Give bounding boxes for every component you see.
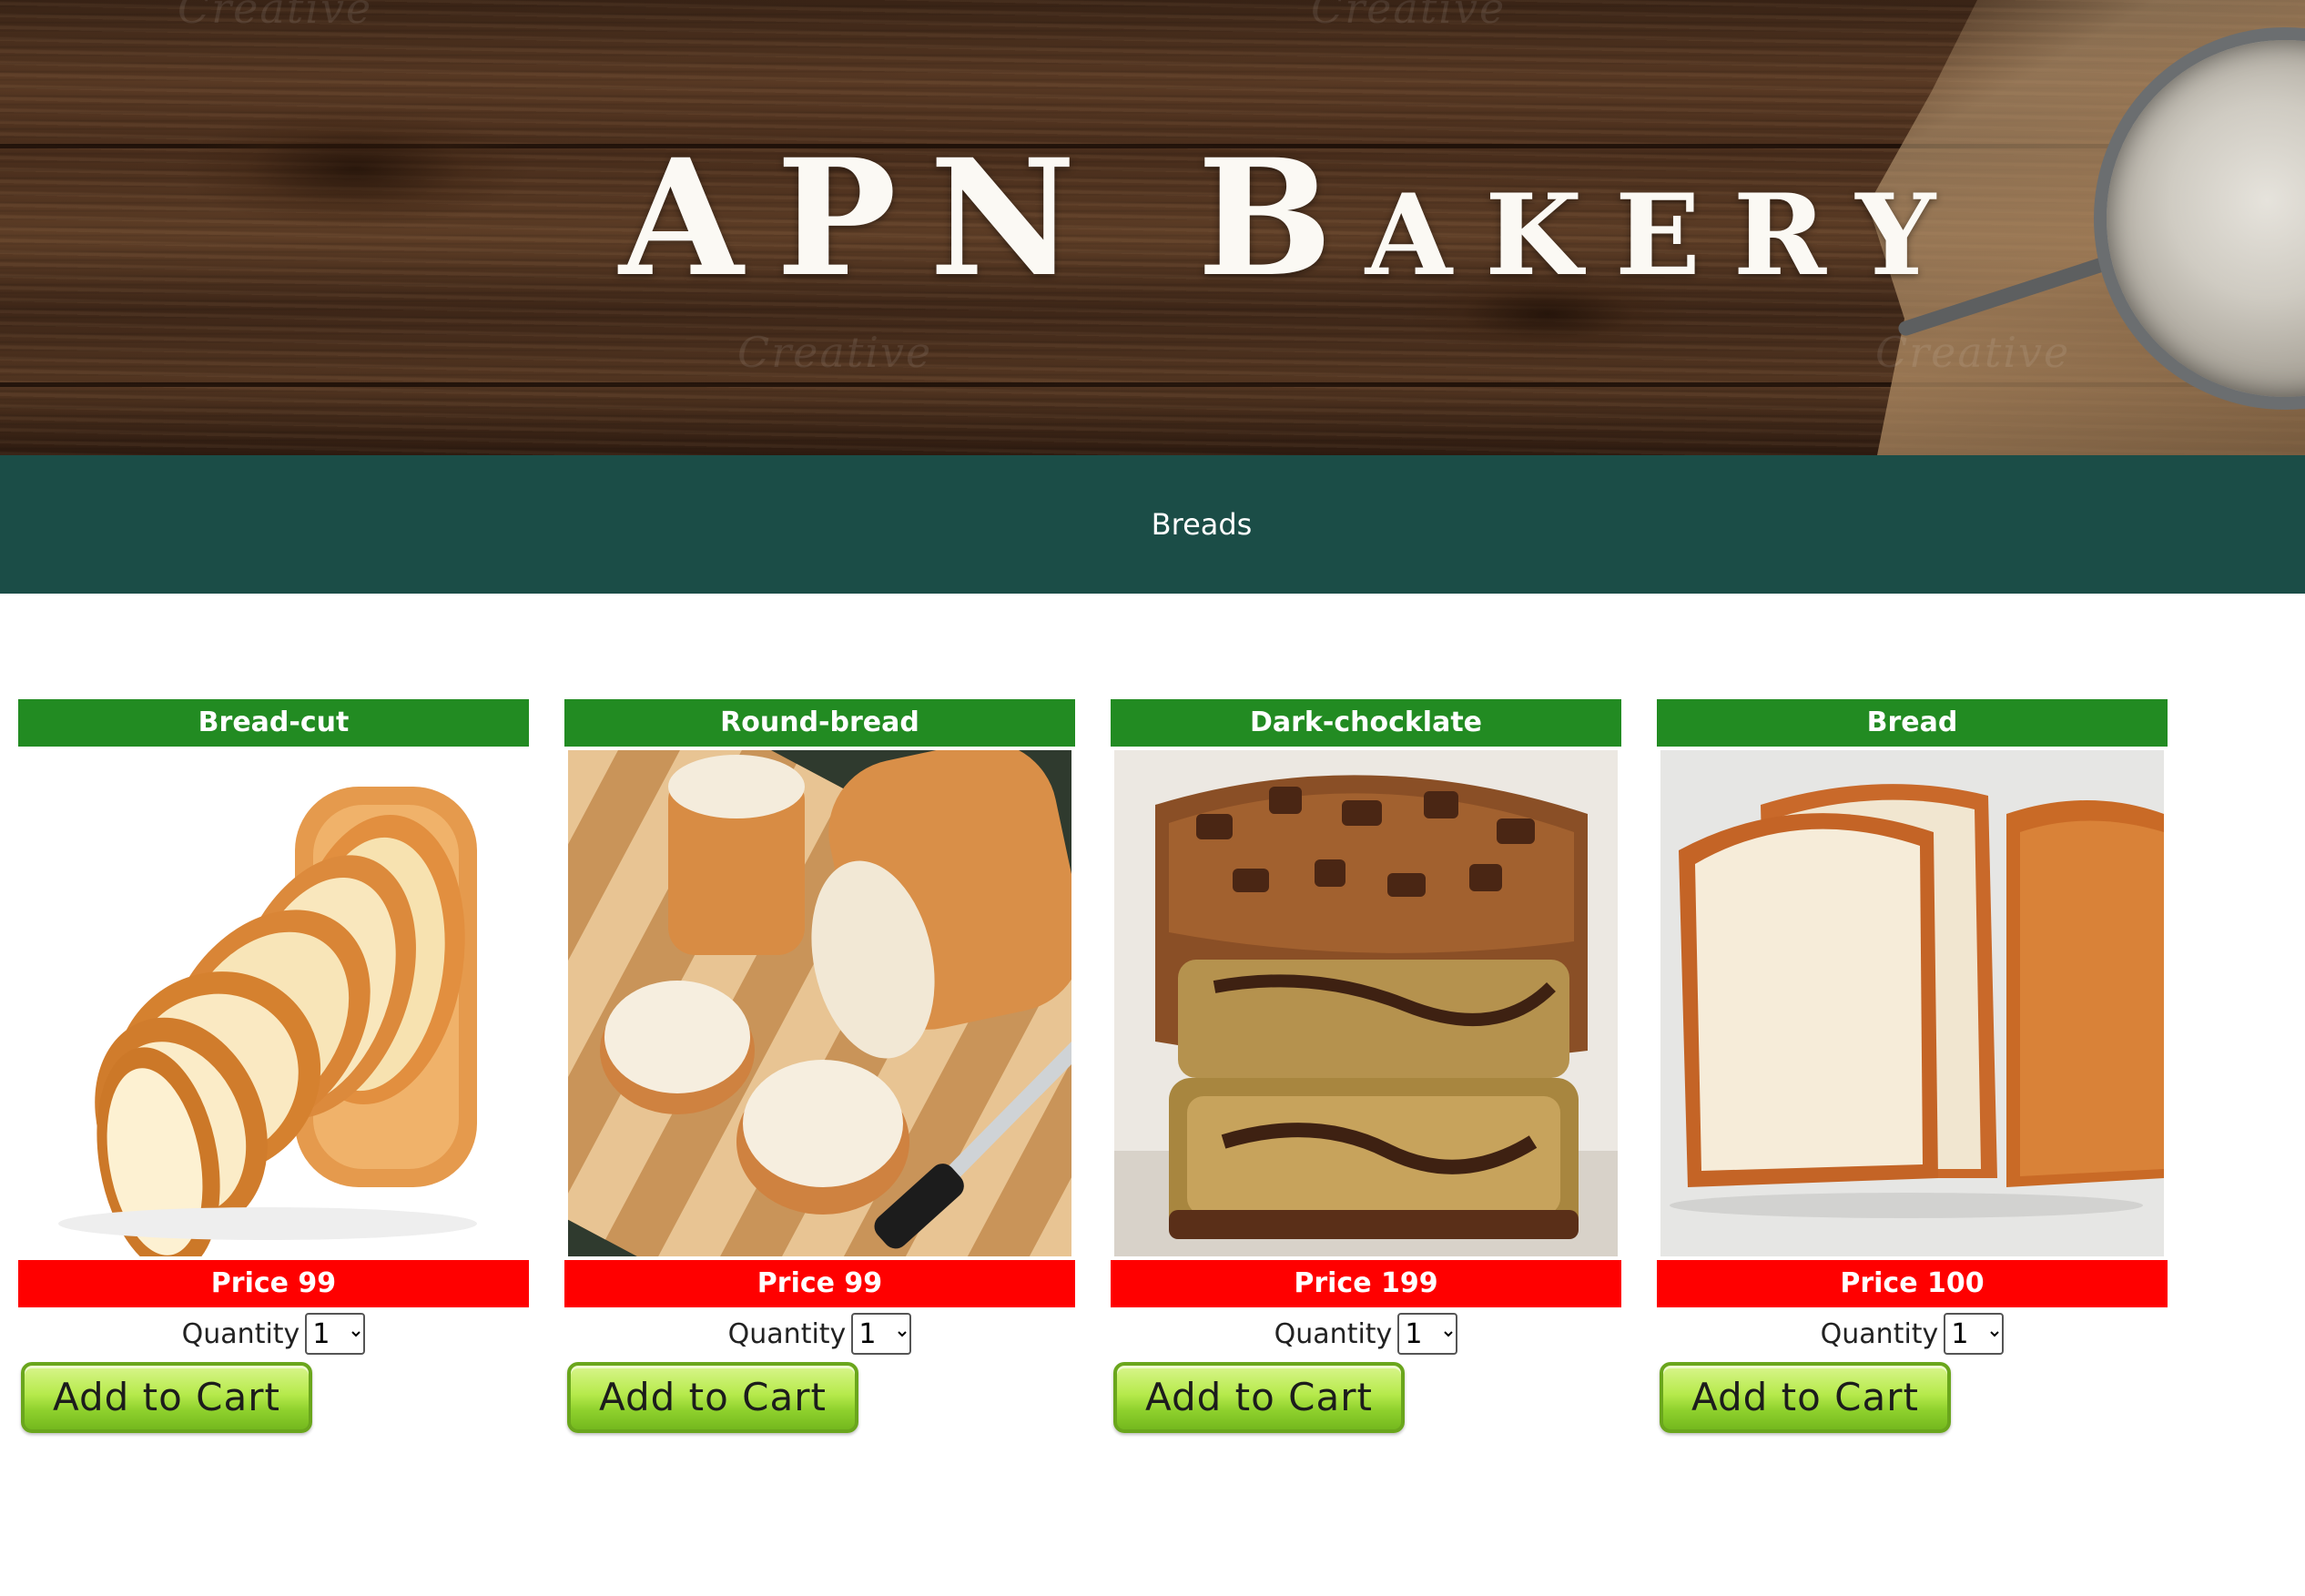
quantity-select[interactable]: 1	[1944, 1313, 2005, 1355]
product-image	[1660, 750, 2164, 1256]
nav-link-breads[interactable]: Breads	[1152, 507, 1253, 542]
quantity-row: Quantity 1	[18, 1307, 529, 1360]
quantity-row: Quantity 1	[1111, 1307, 1621, 1360]
product-title: Bread-cut	[18, 699, 529, 747]
product-card: Round-bread Price 99 Quantity 1 Add to C…	[564, 699, 1075, 1433]
watermark: Creative	[178, 0, 373, 33]
quantity-select[interactable]: 1	[851, 1313, 912, 1355]
add-to-cart-button[interactable]: Add to Cart	[1113, 1362, 1405, 1433]
quantity-row: Quantity 1	[564, 1307, 1075, 1360]
hero-banner: Creative Creative Creative Creative APN …	[0, 0, 2305, 455]
watermark: Creative	[737, 328, 933, 377]
product-image-frame	[18, 747, 529, 1260]
quantity-label: Quantity	[181, 1317, 300, 1350]
product-price: Price 199	[1111, 1260, 1621, 1307]
quantity-select[interactable]: 1	[1397, 1313, 1458, 1355]
product-title: Bread	[1657, 699, 2168, 747]
watermark: Creative	[1311, 0, 1507, 33]
product-title: Dark-chocklate	[1111, 699, 1621, 747]
add-to-cart-button[interactable]: Add to Cart	[567, 1362, 858, 1433]
product-grid: Bread-cut Price 99 Quantity 1 Add to Car…	[0, 699, 2305, 1473]
product-title: Round-bread	[564, 699, 1075, 747]
product-card: Dark-chocklate Price 199 Quantity 1 Add …	[1111, 699, 1621, 1433]
wood-grain-knot	[182, 109, 528, 228]
product-image	[568, 750, 1071, 1256]
quantity-select[interactable]: 1	[305, 1313, 366, 1355]
product-price: Price 100	[1657, 1260, 2168, 1307]
product-card: Bread Price 100 Quantity 1 Add to Cart	[1657, 699, 2168, 1433]
quantity-row: Quantity 1	[1657, 1307, 2168, 1360]
product-image-frame	[564, 747, 1075, 1260]
product-card: Bread-cut Price 99 Quantity 1 Add to Car…	[18, 699, 529, 1433]
site-title: APN Bakery	[619, 124, 1969, 312]
quantity-label: Quantity	[727, 1317, 847, 1350]
watermark: Creative	[1875, 328, 2071, 377]
quantity-label: Quantity	[1820, 1317, 1939, 1350]
product-image	[1114, 750, 1618, 1256]
product-image	[22, 750, 525, 1256]
add-to-cart-button[interactable]: Add to Cart	[21, 1362, 312, 1433]
product-price: Price 99	[564, 1260, 1075, 1307]
product-price: Price 99	[18, 1260, 529, 1307]
add-to-cart-button[interactable]: Add to Cart	[1660, 1362, 1951, 1433]
quantity-label: Quantity	[1274, 1317, 1393, 1350]
product-image-frame	[1657, 747, 2168, 1260]
category-nav: Breads	[0, 455, 2305, 594]
product-image-frame	[1111, 747, 1621, 1260]
